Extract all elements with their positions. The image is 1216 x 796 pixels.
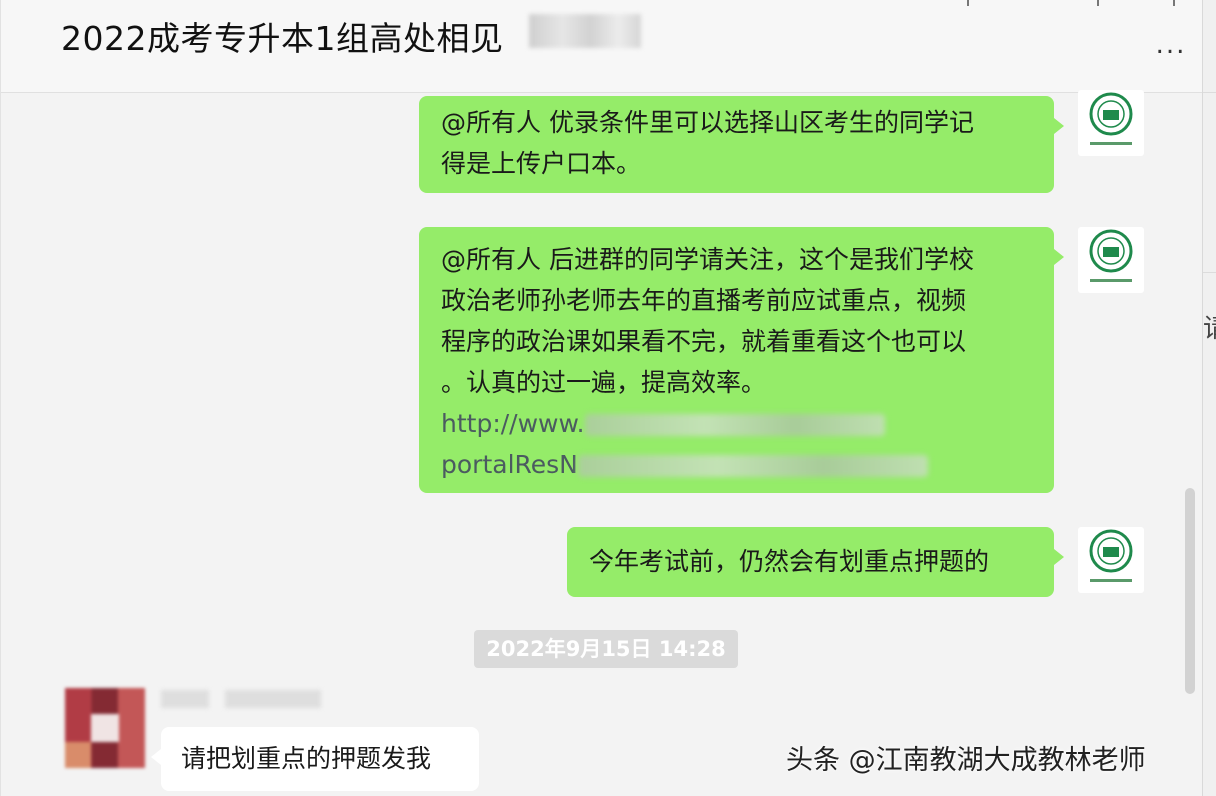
- blurred-peer-name: [161, 690, 209, 708]
- blurred-link: [584, 414, 885, 436]
- message-line: @所有人 优录条件里可以选择山区考生的同学记: [441, 108, 974, 137]
- self-avatar[interactable]: [1078, 90, 1144, 156]
- blurred-title-suffix: [529, 14, 641, 48]
- watermark: 头条 @江南教湖大成教林老师: [786, 745, 1146, 776]
- school-logo-icon: [1089, 529, 1133, 582]
- self-avatar[interactable]: [1078, 527, 1144, 593]
- link-text[interactable]: portalResN: [441, 450, 578, 479]
- school-logo-icon: [1089, 229, 1133, 282]
- message-timestamp: 2022年9月15日 14:28: [474, 630, 738, 668]
- chat-window: 2022成考专升本1组高处相见 ... @所有人 优录条件里可以选择山区考生的同…: [0, 0, 1203, 796]
- window-control-mark: [967, 0, 969, 6]
- message-link-line[interactable]: portalResN: [441, 444, 1032, 485]
- message-bubble[interactable]: 今年考试前，仍然会有划重点押题的: [567, 527, 1064, 597]
- message-line: @所有人 后进群的同学请关注，这个是我们学校: [441, 245, 974, 274]
- more-options-button[interactable]: ...: [1151, 30, 1191, 60]
- message-link-line[interactable]: http://www.: [441, 403, 1032, 444]
- chat-title: 2022成考专升本1组高处相见: [61, 19, 504, 58]
- message-bubble[interactable]: @所有人 后进群的同学请关注，这个是我们学校 政治老师孙老师去年的直播考前应试重…: [419, 227, 1064, 493]
- window-control-mark: [1097, 0, 1099, 6]
- blurred-peer-name: [225, 690, 321, 708]
- message-line: 今年考试前，仍然会有划重点押题的: [589, 547, 990, 576]
- window-control-mark: [1173, 0, 1175, 6]
- peer-avatar[interactable]: [65, 688, 145, 768]
- message-line: 程序的政治课如果看不完，就着重看这个也可以: [441, 327, 967, 356]
- link-text[interactable]: http://www.: [441, 409, 585, 438]
- self-avatar[interactable]: [1078, 227, 1144, 293]
- message-line: 。认真的过一遍，提高效率。: [441, 368, 767, 397]
- chat-header: 2022成考专升本1组高处相见 ...: [1, 0, 1203, 93]
- message-line: 政治老师孙老师去年的直播考前应试重点，视频: [441, 286, 967, 315]
- peer-message-bubble[interactable]: 请把划重点的押题发我: [151, 727, 479, 791]
- message-bubble[interactable]: @所有人 优录条件里可以选择山区考生的同学记 得是上传户口本。: [419, 96, 1064, 193]
- blurred-link: [577, 455, 928, 477]
- side-panel-text: 请: [1203, 308, 1216, 345]
- message-line: 得是上传户口本。: [441, 149, 642, 178]
- side-panel-partial: 请: [1202, 0, 1216, 796]
- chat-scrollbar[interactable]: [1185, 488, 1195, 694]
- school-logo-icon: [1089, 92, 1133, 145]
